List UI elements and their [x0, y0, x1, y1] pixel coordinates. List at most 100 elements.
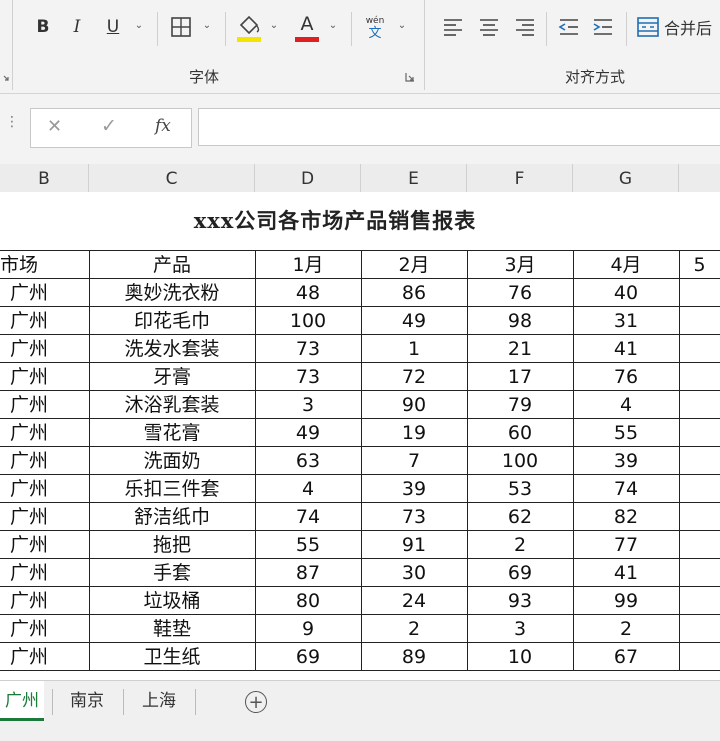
cell-market[interactable]: 广州: [0, 278, 89, 306]
cell-feb[interactable]: 86: [361, 278, 467, 306]
phonetic-button[interactable]: wén 文: [360, 12, 390, 44]
cell-feb[interactable]: 91: [361, 530, 467, 558]
underline-dropdown-chevron-icon[interactable]: ⌄: [133, 20, 145, 32]
cell-feb[interactable]: 19: [361, 418, 467, 446]
cell-feb[interactable]: 90: [361, 390, 467, 418]
cell-product[interactable]: 手套: [89, 558, 255, 586]
cell-may[interactable]: [679, 334, 720, 362]
sheet-tab-shanghai[interactable]: 上海: [128, 681, 190, 721]
increase-indent-button[interactable]: [590, 14, 616, 40]
cell-market[interactable]: 广州: [0, 446, 89, 474]
bold-button[interactable]: B: [32, 14, 54, 40]
cell-feb[interactable]: 7: [361, 446, 467, 474]
cell-market[interactable]: 广州: [0, 614, 89, 642]
cell-jan[interactable]: 100: [255, 306, 361, 334]
cell-apr[interactable]: 31: [573, 306, 679, 334]
add-sheet-icon[interactable]: +: [245, 691, 267, 713]
cell-product[interactable]: 雪花膏: [89, 418, 255, 446]
cell-may[interactable]: [679, 278, 720, 306]
cell-jan[interactable]: 9: [255, 614, 361, 642]
cell-apr[interactable]: 55: [573, 418, 679, 446]
cell-market[interactable]: 广州: [0, 418, 89, 446]
prev-group-launcher-icon[interactable]: [0, 72, 10, 82]
column-header-g[interactable]: G: [573, 164, 679, 192]
cell-may[interactable]: [679, 306, 720, 334]
cell-may[interactable]: [679, 390, 720, 418]
formula-input[interactable]: [198, 108, 720, 146]
header-cell-feb[interactable]: 2月: [361, 250, 467, 278]
cell-may[interactable]: [679, 586, 720, 614]
header-cell-market[interactable]: 市场: [0, 250, 89, 278]
header-cell-may[interactable]: 5: [679, 250, 720, 278]
cell-feb[interactable]: 73: [361, 502, 467, 530]
cell-market[interactable]: 广州: [0, 642, 89, 670]
cell-market[interactable]: 广州: [0, 502, 89, 530]
underline-button[interactable]: U: [102, 14, 124, 40]
cell-product[interactable]: 洗面奶: [89, 446, 255, 474]
cell-market[interactable]: 广州: [0, 390, 89, 418]
align-left-button[interactable]: [440, 14, 466, 40]
cell-apr[interactable]: 82: [573, 502, 679, 530]
cell-mar[interactable]: 100: [467, 446, 573, 474]
cell-apr[interactable]: 74: [573, 474, 679, 502]
fill-color-chevron-icon[interactable]: ⌄: [268, 20, 280, 32]
cell-feb[interactable]: 72: [361, 362, 467, 390]
column-header-d[interactable]: D: [255, 164, 361, 192]
font-color-chevron-icon[interactable]: ⌄: [327, 20, 339, 32]
cell-jan[interactable]: 55: [255, 530, 361, 558]
cell-jan[interactable]: 48: [255, 278, 361, 306]
cell-feb[interactable]: 2: [361, 614, 467, 642]
cell-may[interactable]: [679, 446, 720, 474]
cell-product[interactable]: 舒洁纸巾: [89, 502, 255, 530]
italic-button[interactable]: I: [66, 14, 88, 40]
cell-jan[interactable]: 4: [255, 474, 361, 502]
sheet-tab-nanjing[interactable]: 南京: [56, 681, 118, 721]
cell-mar[interactable]: 60: [467, 418, 573, 446]
font-color-button[interactable]: A: [292, 12, 322, 44]
cell-apr[interactable]: 41: [573, 334, 679, 362]
cell-apr[interactable]: 4: [573, 390, 679, 418]
cell-jan[interactable]: 73: [255, 334, 361, 362]
cell-jan[interactable]: 49: [255, 418, 361, 446]
header-cell-mar[interactable]: 3月: [467, 250, 573, 278]
insert-function-icon[interactable]: fx: [155, 116, 171, 136]
cell-feb[interactable]: 1: [361, 334, 467, 362]
cell-product[interactable]: 鞋垫: [89, 614, 255, 642]
decrease-indent-button[interactable]: [556, 14, 582, 40]
cell-product[interactable]: 奥妙洗衣粉: [89, 278, 255, 306]
cell-mar[interactable]: 10: [467, 642, 573, 670]
align-center-button[interactable]: [476, 14, 502, 40]
borders-dropdown-chevron-icon[interactable]: ⌄: [201, 20, 213, 32]
cell-apr[interactable]: 2: [573, 614, 679, 642]
align-right-button[interactable]: [512, 14, 538, 40]
cell-apr[interactable]: 39: [573, 446, 679, 474]
cell-mar[interactable]: 76: [467, 278, 573, 306]
cancel-icon[interactable]: ✕: [47, 116, 62, 137]
cell-mar[interactable]: 3: [467, 614, 573, 642]
cell-feb[interactable]: 89: [361, 642, 467, 670]
cell-market[interactable]: 广州: [0, 558, 89, 586]
cell-jan[interactable]: 73: [255, 362, 361, 390]
cell-apr[interactable]: 67: [573, 642, 679, 670]
borders-button[interactable]: [168, 14, 194, 40]
column-header-e[interactable]: E: [361, 164, 467, 192]
cell-feb[interactable]: 39: [361, 474, 467, 502]
cell-mar[interactable]: 2: [467, 530, 573, 558]
cell-may[interactable]: [679, 558, 720, 586]
cell-mar[interactable]: 93: [467, 586, 573, 614]
cell-feb[interactable]: 49: [361, 306, 467, 334]
cell-mar[interactable]: 69: [467, 558, 573, 586]
cell-market[interactable]: 广州: [0, 334, 89, 362]
cell-may[interactable]: [679, 502, 720, 530]
cell-mar[interactable]: 17: [467, 362, 573, 390]
cell-jan[interactable]: 3: [255, 390, 361, 418]
column-header-c[interactable]: C: [89, 164, 255, 192]
cell-mar[interactable]: 53: [467, 474, 573, 502]
cell-jan[interactable]: 74: [255, 502, 361, 530]
cell-feb[interactable]: 30: [361, 558, 467, 586]
header-cell-apr[interactable]: 4月: [573, 250, 679, 278]
cell-market[interactable]: 广州: [0, 530, 89, 558]
font-dialog-launcher-icon[interactable]: [405, 72, 415, 82]
cell-apr[interactable]: 76: [573, 362, 679, 390]
report-title-cell[interactable]: xxx公司各市场产品销售报表: [0, 192, 720, 250]
